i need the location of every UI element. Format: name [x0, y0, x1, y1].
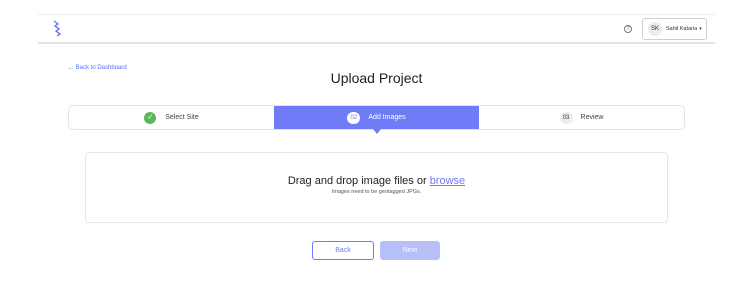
image-dropzone[interactable]: Drag and drop image files or browse Imag…	[85, 152, 668, 223]
next-button[interactable]: Next	[380, 241, 440, 260]
step-label: Select Site	[165, 114, 199, 121]
dropzone-text: Drag and drop image files or	[287, 175, 427, 187]
top-navbar: ? SK Sahil Kataria ▾	[38, 14, 715, 44]
check-icon: ✓	[144, 111, 157, 124]
bird-logo-icon[interactable]	[51, 20, 63, 37]
step-number-badge: 02	[347, 111, 361, 124]
user-name: Sahil Kataria	[666, 26, 698, 32]
step-select-site[interactable]: ✓ Select Site	[69, 106, 274, 129]
dropzone-instructions: Drag and drop image files or browse	[86, 175, 667, 187]
step-label: Review	[580, 114, 604, 121]
step-number-badge: 03	[559, 111, 573, 124]
dropzone-hint: Images need to be geotagged JPGs.	[331, 189, 422, 195]
step-review[interactable]: 03 Review	[479, 106, 684, 129]
user-menu[interactable]: SK Sahil Kataria ▾	[642, 18, 707, 40]
chevron-down-icon: ▾	[699, 26, 702, 32]
step-add-images[interactable]: 02 Add Images	[274, 106, 479, 134]
page-title: Upload Project	[330, 70, 423, 86]
step-label: Add Images	[368, 114, 406, 121]
back-button[interactable]: Back	[312, 241, 374, 260]
help-circle-icon[interactable]: ?	[624, 25, 632, 33]
avatar: SK	[648, 22, 662, 36]
browse-link[interactable]: browse	[430, 175, 465, 187]
progress-stepper: ✓ Select Site 02 Add Images 03 Review	[68, 105, 685, 134]
